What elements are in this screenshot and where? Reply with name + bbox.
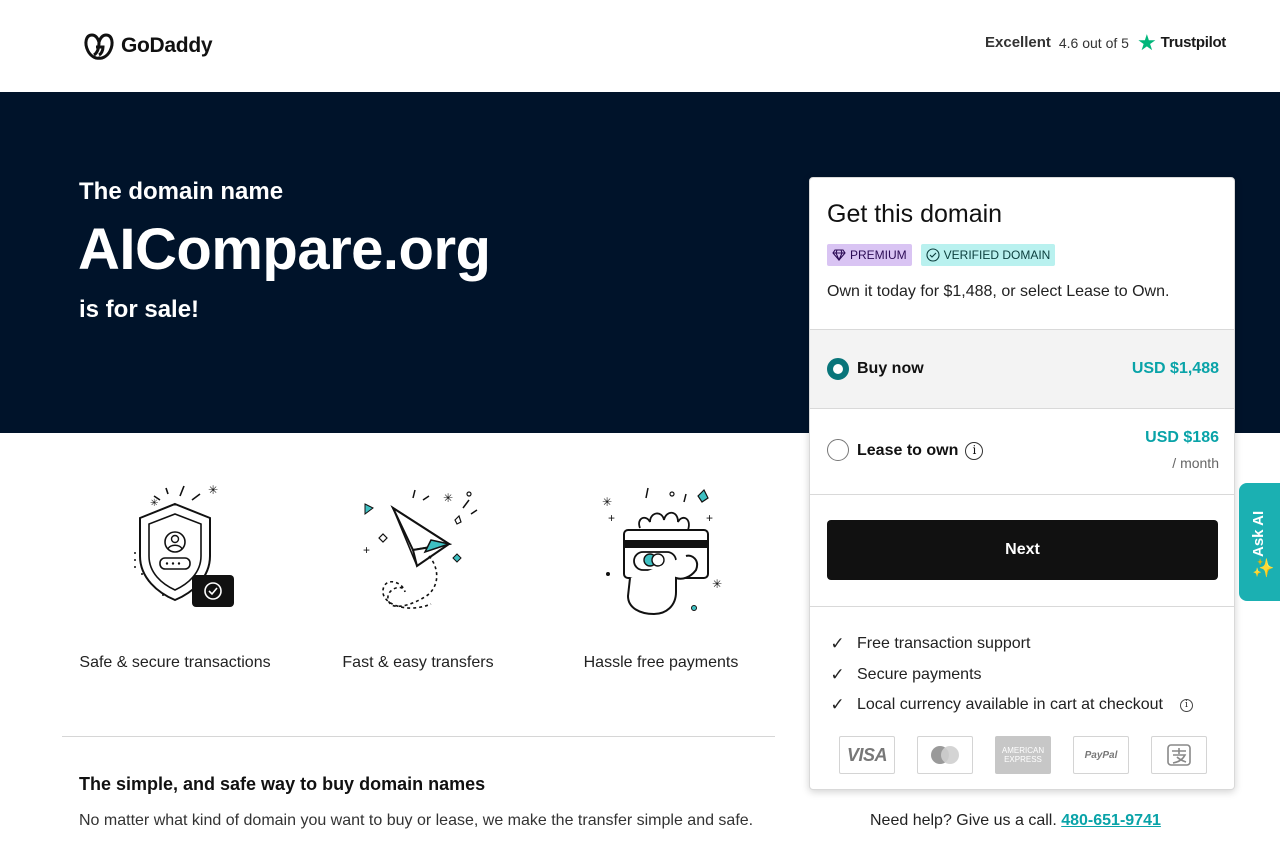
benefit-item: ✓ Secure payments <box>829 660 1193 691</box>
checkmark-icon: ✓ <box>830 634 845 654</box>
radio-buy-now[interactable] <box>827 358 849 380</box>
alipay-icon <box>1151 736 1207 774</box>
trustpilot-brand: Trustpilot <box>1160 34 1227 51</box>
visa-icon: VISA <box>839 736 895 774</box>
info-icon[interactable]: i <box>1179 698 1193 712</box>
feature-transfers: ✳ + Fast & easy transfers <box>308 478 528 671</box>
check-circle-icon <box>926 248 940 262</box>
godaddy-logo-icon <box>84 33 114 60</box>
svg-text:✳: ✳ <box>443 491 453 505</box>
paypal-icon: PayPal <box>1073 736 1129 774</box>
payment-methods: VISA AMERICAN EXPRESS PayPal <box>839 736 1207 774</box>
hero-subtitle: The domain name <box>79 178 284 205</box>
purchase-card: Get this domain PREMIUM VERIFIED DOMAIN … <box>809 177 1235 790</box>
card-title: Get this domain <box>827 200 1003 228</box>
checkmark-icon: ✓ <box>830 695 845 715</box>
feature-secure: ✳ ✳ Safe & secure transactions <box>65 478 285 671</box>
svg-text:+: + <box>608 511 615 525</box>
logo-text: GoDaddy <box>121 34 213 57</box>
shield-user-icon: ✳ ✳ <box>134 483 234 607</box>
diamond-icon <box>832 249 846 261</box>
benefit-text: Local currency available in cart at chec… <box>857 696 1163 714</box>
help-label: Need help? Give us a call. <box>870 812 1057 829</box>
premium-badge-label: PREMIUM <box>850 248 907 262</box>
for-sale-text: is for sale! <box>79 296 200 323</box>
benefit-item: ✓ Free transaction support <box>829 629 1193 660</box>
magic-wand-icon: ✨ <box>1252 558 1275 578</box>
paypal-label: PayPal <box>1084 749 1118 761</box>
info-text: No matter what kind of domain you want t… <box>79 812 754 829</box>
benefit-text: Secure payments <box>857 665 982 683</box>
ask-ai-tab[interactable]: Ask AI ✨ <box>1239 483 1280 601</box>
option-label: Lease to own <box>857 442 959 459</box>
domain-name: AICompare.org <box>78 217 491 282</box>
checkmark-icon: ✓ <box>830 664 845 684</box>
svg-text:✳: ✳ <box>150 498 158 509</box>
feature-payments: ✳ ✳ + + Hassle free payments <box>551 478 771 671</box>
verified-badge-label: VERIFIED DOMAIN <box>943 248 1051 262</box>
trustpilot-label: Excellent <box>985 34 1051 51</box>
site-header: GoDaddy Excellent 4.6 out of 5 ★ Trustpi… <box>0 0 1280 92</box>
option-label: Buy now <box>857 360 924 377</box>
godaddy-logo[interactable]: GoDaddy <box>83 31 213 61</box>
trustpilot-rating[interactable]: Excellent 4.6 out of 5 ★ Trustpilot <box>985 29 1227 55</box>
option-buy-now[interactable]: Buy now USD $1,488 <box>810 329 1234 408</box>
svg-text:+: + <box>363 543 370 557</box>
info-icon[interactable]: i <box>965 442 984 460</box>
feature-label: Safe & secure transactions <box>79 654 271 671</box>
feature-label: Hassle free payments <box>583 654 739 671</box>
trustpilot-score: 4.6 out of 5 <box>1058 34 1129 51</box>
svg-text:+: + <box>706 511 713 525</box>
option-lease-to-own[interactable]: Lease to own i USD $186 / month <box>810 408 1234 494</box>
amex-label: AMERICAN EXPRESS <box>1001 746 1045 764</box>
lease-period: / month <box>1172 455 1219 471</box>
card-divider <box>810 494 1234 495</box>
section-divider <box>62 736 775 737</box>
premium-badge: PREMIUM <box>827 244 912 266</box>
svg-text:✳: ✳ <box>208 483 218 497</box>
star-icon: ★ <box>1136 29 1157 55</box>
help-text: Need help? Give us a call. 480-651-9741 <box>870 812 1161 830</box>
buy-price: USD $1,488 <box>1131 360 1219 377</box>
feature-label: Fast & easy transfers <box>342 654 494 671</box>
hand-card-icon: ✳ ✳ + + <box>602 487 722 616</box>
domain-badges: PREMIUM VERIFIED DOMAIN <box>827 244 1056 266</box>
radio-lease-to-own[interactable] <box>827 439 849 461</box>
info-title: The simple, and safe way to buy domain n… <box>79 774 486 794</box>
ask-ai-label: Ask AI <box>1250 510 1267 557</box>
amex-icon: AMERICAN EXPRESS <box>995 736 1051 774</box>
verified-badge: VERIFIED DOMAIN <box>920 244 1056 266</box>
next-button[interactable]: Next <box>827 520 1218 580</box>
card-description: Own it today for $1,488, or select Lease… <box>827 283 1170 300</box>
phone-link[interactable]: 480-651-9741 <box>1061 812 1161 829</box>
svg-text:✳: ✳ <box>602 495 612 509</box>
benefit-item: ✓ Local currency available in cart at ch… <box>829 690 1193 721</box>
card-divider <box>810 606 1234 607</box>
lease-price: USD $186 <box>1145 429 1219 446</box>
benefit-text: Free transaction support <box>857 635 1031 653</box>
paper-plane-icon: ✳ + <box>363 489 478 609</box>
benefits-list: ✓ Free transaction support ✓ Secure paym… <box>829 629 1193 721</box>
mastercard-icon <box>917 736 973 774</box>
option-label-wrap: Lease to own i <box>857 442 984 460</box>
svg-text:✳: ✳ <box>712 577 722 591</box>
